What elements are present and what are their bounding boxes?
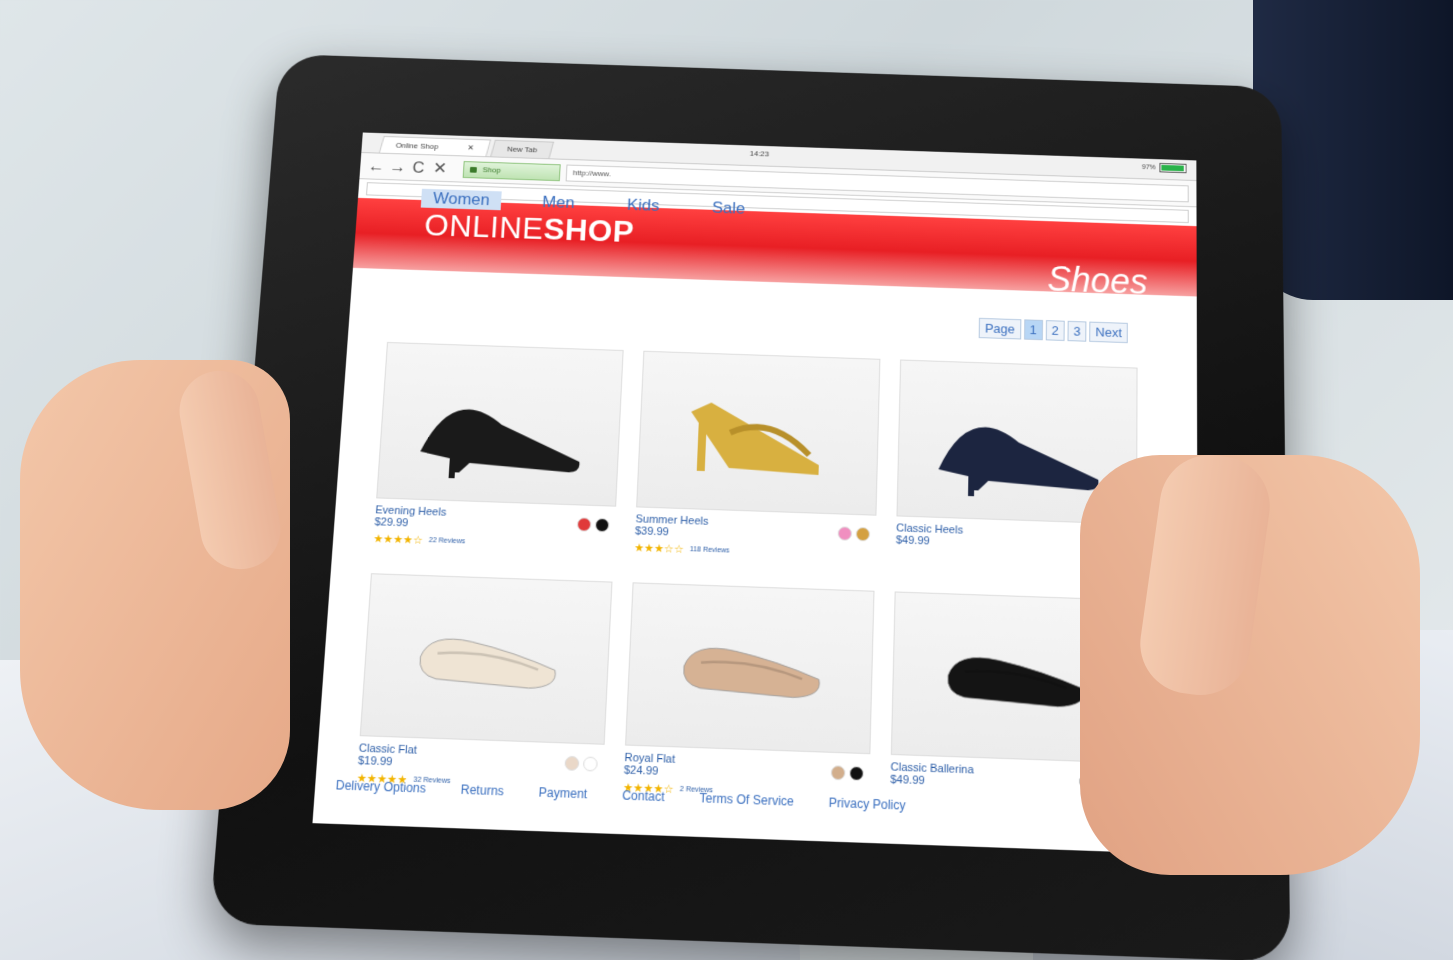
product-image[interactable] [359, 573, 613, 745]
battery-icon [1159, 162, 1187, 174]
product-card[interactable]: Evening Heels $29.99 ★★★★☆ 22 Reviews [372, 341, 624, 572]
tab-online-shop[interactable]: Online Shop ✕ [378, 135, 491, 157]
star-rating: ★★★★☆ 22 Reviews [373, 532, 615, 553]
shop-logo[interactable]: ONLINESHOP [423, 208, 635, 250]
battery-label: 97% [1141, 163, 1156, 171]
footer-link-payment[interactable]: Payment [538, 785, 587, 801]
footer-link-privacy[interactable]: Privacy Policy [829, 795, 906, 812]
battery-fill [1161, 164, 1185, 172]
tab-new-tab[interactable]: New Tab [490, 139, 554, 159]
review-count[interactable]: 22 Reviews [429, 537, 466, 545]
star-rating: ★★★☆☆ 118 Reviews [634, 541, 876, 562]
color-swatch[interactable] [564, 755, 580, 771]
star-icons: ★★★★☆ [372, 533, 424, 547]
product-card[interactable]: Summer Heels $39.99 ★★★☆☆ 118 Reviews [633, 350, 881, 581]
star-icons: ★★★☆☆ [633, 542, 684, 556]
color-swatch[interactable] [594, 517, 610, 533]
product-image[interactable] [376, 341, 624, 507]
site-label: Shop [482, 165, 502, 175]
footer-link-returns[interactable]: Returns [460, 782, 504, 798]
secure-site-badge[interactable]: Shop [462, 160, 561, 181]
forward-arrow-icon[interactable]: → [389, 157, 407, 176]
reload-icon[interactable]: C [410, 158, 427, 177]
page-1-button[interactable]: 1 [1023, 319, 1043, 341]
product-card[interactable]: Classic Flat $19.99 ★★★★★ 32 Reviews [355, 573, 613, 812]
product-card[interactable]: Royal Flat $24.99 ★★★★☆ 2 Reviews [622, 582, 875, 822]
coffee-mug [1253, 0, 1453, 300]
tablet-screen: Online Shop ✕ New Tab 14:23 97% ← → C ✕ … [312, 132, 1199, 855]
page-3-button[interactable]: 3 [1067, 320, 1087, 342]
color-swatch[interactable] [849, 765, 864, 781]
tab-close-icon[interactable]: ✕ [467, 143, 474, 152]
pagination: Page 1 2 3 Next [978, 317, 1128, 344]
footer-link-delivery[interactable]: Delivery Options [335, 778, 426, 796]
shoe-illustration [938, 425, 1099, 497]
color-swatch[interactable] [837, 526, 853, 541]
color-swatch[interactable] [830, 765, 846, 781]
color-swatches [564, 755, 598, 772]
nav-item-sale[interactable]: Sale [700, 198, 757, 219]
color-swatch[interactable] [582, 756, 598, 772]
battery-indicator: 97% [1141, 162, 1187, 174]
tab-label: Online Shop [395, 141, 439, 151]
tab-label: New Tab [506, 144, 538, 155]
next-page-button[interactable]: Next [1089, 321, 1128, 344]
nav-item-men[interactable]: Men [530, 192, 587, 213]
logo-text-light: ONLINE [423, 207, 545, 246]
nav-item-women[interactable]: Women [420, 188, 502, 211]
product-grid: Evening Heels $29.99 ★★★★☆ 22 Reviews Summe… [355, 341, 1157, 832]
footer-link-contact[interactable]: Contact [622, 788, 665, 804]
color-swatches [837, 526, 871, 542]
page-label: Page [978, 317, 1021, 340]
lock-icon [469, 166, 477, 173]
section-title: Shoes [1047, 259, 1148, 302]
color-swatches [576, 517, 610, 533]
color-swatch[interactable] [576, 517, 592, 532]
color-swatch[interactable] [855, 526, 871, 542]
nav-item-kids[interactable]: Kids [615, 195, 671, 216]
shoe-illustration [688, 401, 851, 476]
review-count[interactable]: 118 Reviews [690, 546, 730, 554]
page-2-button[interactable]: 2 [1045, 320, 1065, 341]
stop-icon[interactable]: ✕ [432, 159, 449, 178]
shoe-illustration [419, 407, 583, 479]
product-image[interactable] [636, 350, 881, 516]
clock: 14:23 [749, 149, 770, 159]
color-swatches [830, 765, 864, 781]
shoe-illustration [658, 615, 844, 724]
back-arrow-icon[interactable]: ← [367, 156, 386, 175]
shoe-illustration [393, 605, 581, 713]
product-image[interactable] [625, 582, 875, 755]
logo-text-bold: SHOP [542, 211, 635, 249]
